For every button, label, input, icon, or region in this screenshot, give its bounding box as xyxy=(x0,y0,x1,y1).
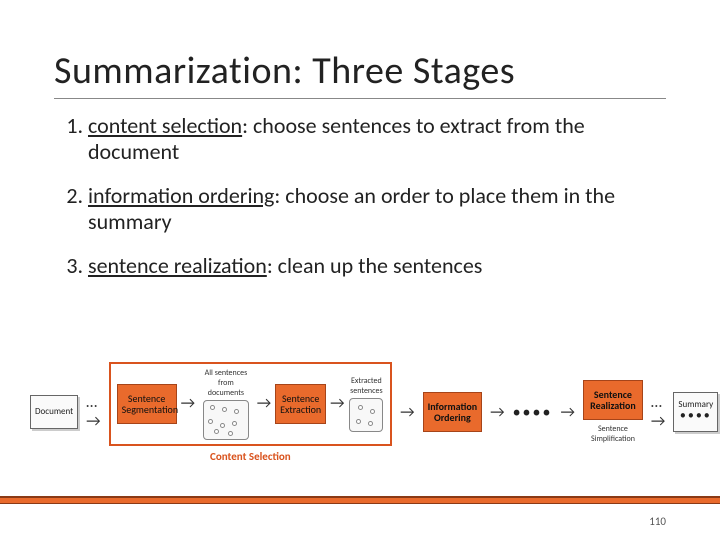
all-sentences-col: All sentences from documents xyxy=(199,368,253,440)
list-item: content selection: choose sentences to e… xyxy=(88,113,666,165)
slide: Summarization: Three Stages content sele… xyxy=(0,0,720,540)
dots-icon: •••• xyxy=(513,403,553,422)
arrow-icon: → xyxy=(330,394,344,413)
information-ordering-box: Information Ordering xyxy=(423,392,483,432)
page-number: 110 xyxy=(649,515,666,528)
cs-row: Sentence Segmentation → All sentences fr… xyxy=(117,368,384,440)
pipeline-diagram: Document …→ Sentence Segmentation → All … xyxy=(30,350,690,474)
arrow-icon: …→ xyxy=(651,393,665,431)
arrow-icon: → xyxy=(181,394,195,413)
caption-extracted-sentences: Extracted sentences xyxy=(349,376,384,396)
sentence-segmentation-box: Sentence Segmentation xyxy=(117,384,177,424)
arrow-icon: → xyxy=(490,403,504,422)
slide-title: Summarization: Three Stages xyxy=(54,48,666,99)
extracted-sentences-col: Extracted sentences xyxy=(349,376,384,432)
content-selection-group: Sentence Segmentation → All sentences fr… xyxy=(109,362,392,463)
dots-icon: •••• xyxy=(678,410,713,423)
term: sentence realization xyxy=(88,252,267,279)
arrow-icon: → xyxy=(400,403,414,422)
sentence-cloud-icon xyxy=(349,398,383,432)
realization-col: Sentence Realization Sentence Simplifica… xyxy=(583,380,643,444)
cs-container: Sentence Segmentation → All sentences fr… xyxy=(109,362,392,446)
term: content selection xyxy=(88,112,242,139)
list-item: sentence realization: clean up the sente… xyxy=(88,253,666,279)
arrow-icon: …→ xyxy=(86,393,100,431)
arrow-icon: → xyxy=(257,394,271,413)
caption-all-sentences: All sentences from documents xyxy=(199,368,253,398)
bullet-list: content selection: choose sentences to e… xyxy=(54,113,666,279)
arrow-icon: → xyxy=(560,403,574,422)
dots-col: •••• xyxy=(513,403,553,422)
sentence-extraction-box: Sentence Extraction xyxy=(275,384,326,424)
footer-accent-bar xyxy=(0,496,720,504)
summary-box: Summary •••• xyxy=(673,392,718,432)
content-selection-label: Content Selection xyxy=(210,450,291,463)
sentence-realization-box: Sentence Realization xyxy=(583,380,643,420)
term: information ordering xyxy=(88,182,274,209)
sentence-cloud-icon xyxy=(203,400,249,440)
sentence-simplification-label: Sentence Simplification xyxy=(583,424,643,444)
list-item: information ordering: choose an order to… xyxy=(88,183,666,235)
document-box: Document xyxy=(30,395,78,429)
desc: : clean up the sentences xyxy=(267,252,483,279)
